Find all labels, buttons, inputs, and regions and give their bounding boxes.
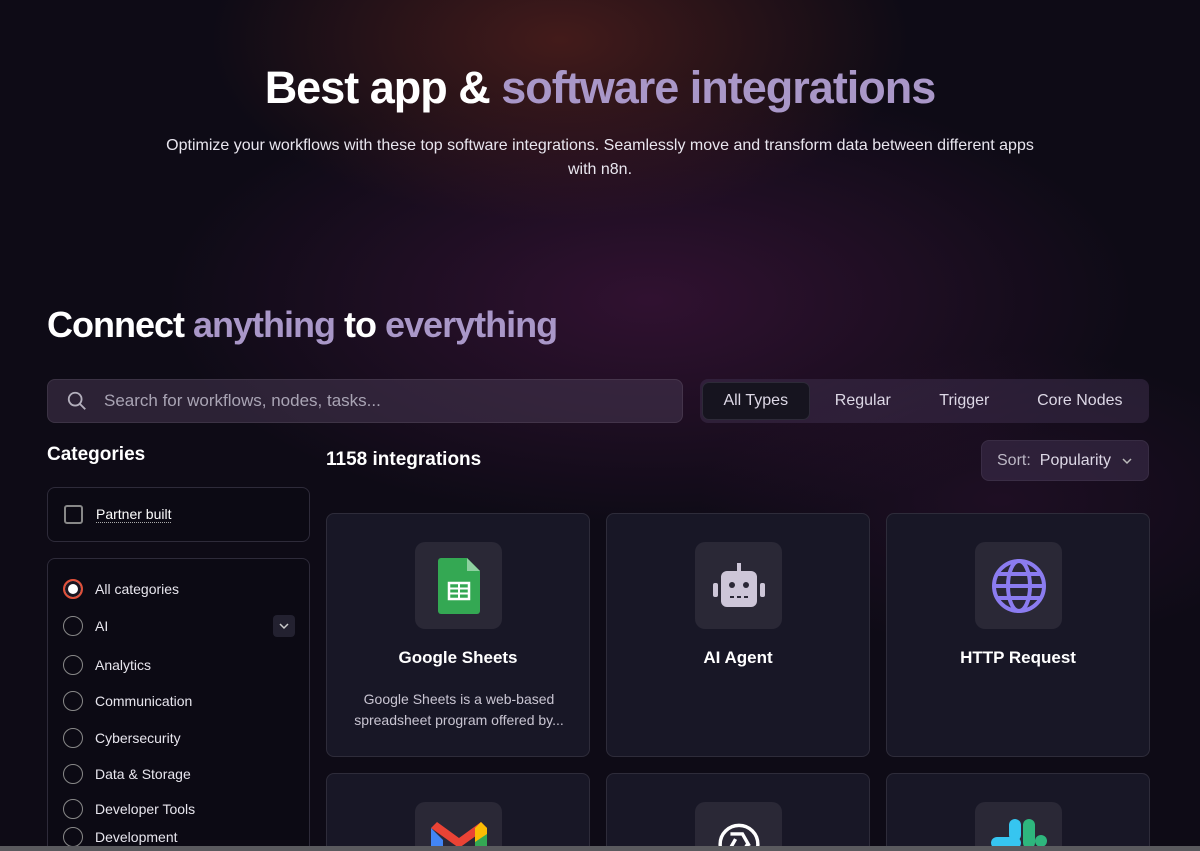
page-subtitle: Optimize your workflows with these top s… bbox=[166, 137, 1034, 178]
category-ai[interactable]: AI bbox=[63, 615, 295, 637]
bottom-scrollbar bbox=[0, 846, 1200, 851]
radio[interactable] bbox=[63, 616, 83, 636]
sort-dropdown[interactable]: Sort: Popularity bbox=[981, 440, 1149, 481]
slack-icon bbox=[975, 802, 1062, 847]
partner-built-filter[interactable]: Partner built bbox=[47, 487, 310, 542]
radio[interactable] bbox=[63, 827, 83, 847]
globe-icon bbox=[975, 542, 1062, 629]
categories-heading: Categories bbox=[47, 444, 146, 465]
openai-icon bbox=[695, 802, 782, 847]
category-analytics[interactable]: Analytics bbox=[63, 655, 295, 675]
chevron-down-icon bbox=[279, 623, 289, 630]
integration-card-http-request[interactable]: HTTP Request bbox=[886, 513, 1150, 757]
integration-card-ai-agent[interactable]: AI Agent bbox=[606, 513, 870, 757]
category-all[interactable]: All categories bbox=[63, 579, 295, 599]
partner-built-checkbox[interactable] bbox=[64, 505, 83, 524]
robot-icon bbox=[695, 542, 782, 629]
type-tabs: All Types Regular Trigger Core Nodes bbox=[700, 379, 1149, 423]
google-sheets-icon bbox=[415, 542, 502, 629]
category-developer-tools[interactable]: Developer Tools bbox=[63, 799, 295, 819]
radio-selected[interactable] bbox=[63, 579, 83, 599]
category-cybersecurity[interactable]: Cybersecurity bbox=[63, 728, 295, 748]
category-communication[interactable]: Communication bbox=[63, 691, 295, 711]
radio[interactable] bbox=[63, 764, 83, 784]
integrations-count: 1158 integrations bbox=[326, 449, 482, 470]
chevron-down-icon bbox=[1122, 457, 1132, 464]
integration-card-openai[interactable] bbox=[606, 773, 870, 847]
integration-card-slack[interactable] bbox=[886, 773, 1150, 847]
section-title: Connect anything to everything bbox=[47, 304, 558, 345]
radio[interactable] bbox=[63, 799, 83, 819]
search-input[interactable]: Search for workflows, nodes, tasks... bbox=[47, 379, 683, 423]
tab-regular[interactable]: Regular bbox=[810, 382, 917, 420]
tab-all-types[interactable]: All Types bbox=[702, 382, 810, 420]
page-title: Best app & software integrations bbox=[264, 62, 937, 113]
expand-ai-button[interactable] bbox=[273, 615, 295, 637]
integration-card-gmail[interactable] bbox=[326, 773, 590, 847]
category-development[interactable]: Development bbox=[63, 827, 295, 847]
radio[interactable] bbox=[63, 691, 83, 711]
category-list: All categories AI Analytics Communicatio… bbox=[47, 558, 310, 848]
tab-core-nodes[interactable]: Core Nodes bbox=[1013, 382, 1147, 420]
radio[interactable] bbox=[63, 728, 83, 748]
integration-card-google-sheets[interactable]: Google Sheets Google Sheets is a web-bas… bbox=[326, 513, 590, 757]
search-icon bbox=[67, 391, 86, 410]
tab-trigger[interactable]: Trigger bbox=[916, 382, 1013, 420]
category-data-storage[interactable]: Data & Storage bbox=[63, 764, 295, 784]
gmail-icon bbox=[415, 802, 502, 847]
radio[interactable] bbox=[63, 655, 83, 675]
